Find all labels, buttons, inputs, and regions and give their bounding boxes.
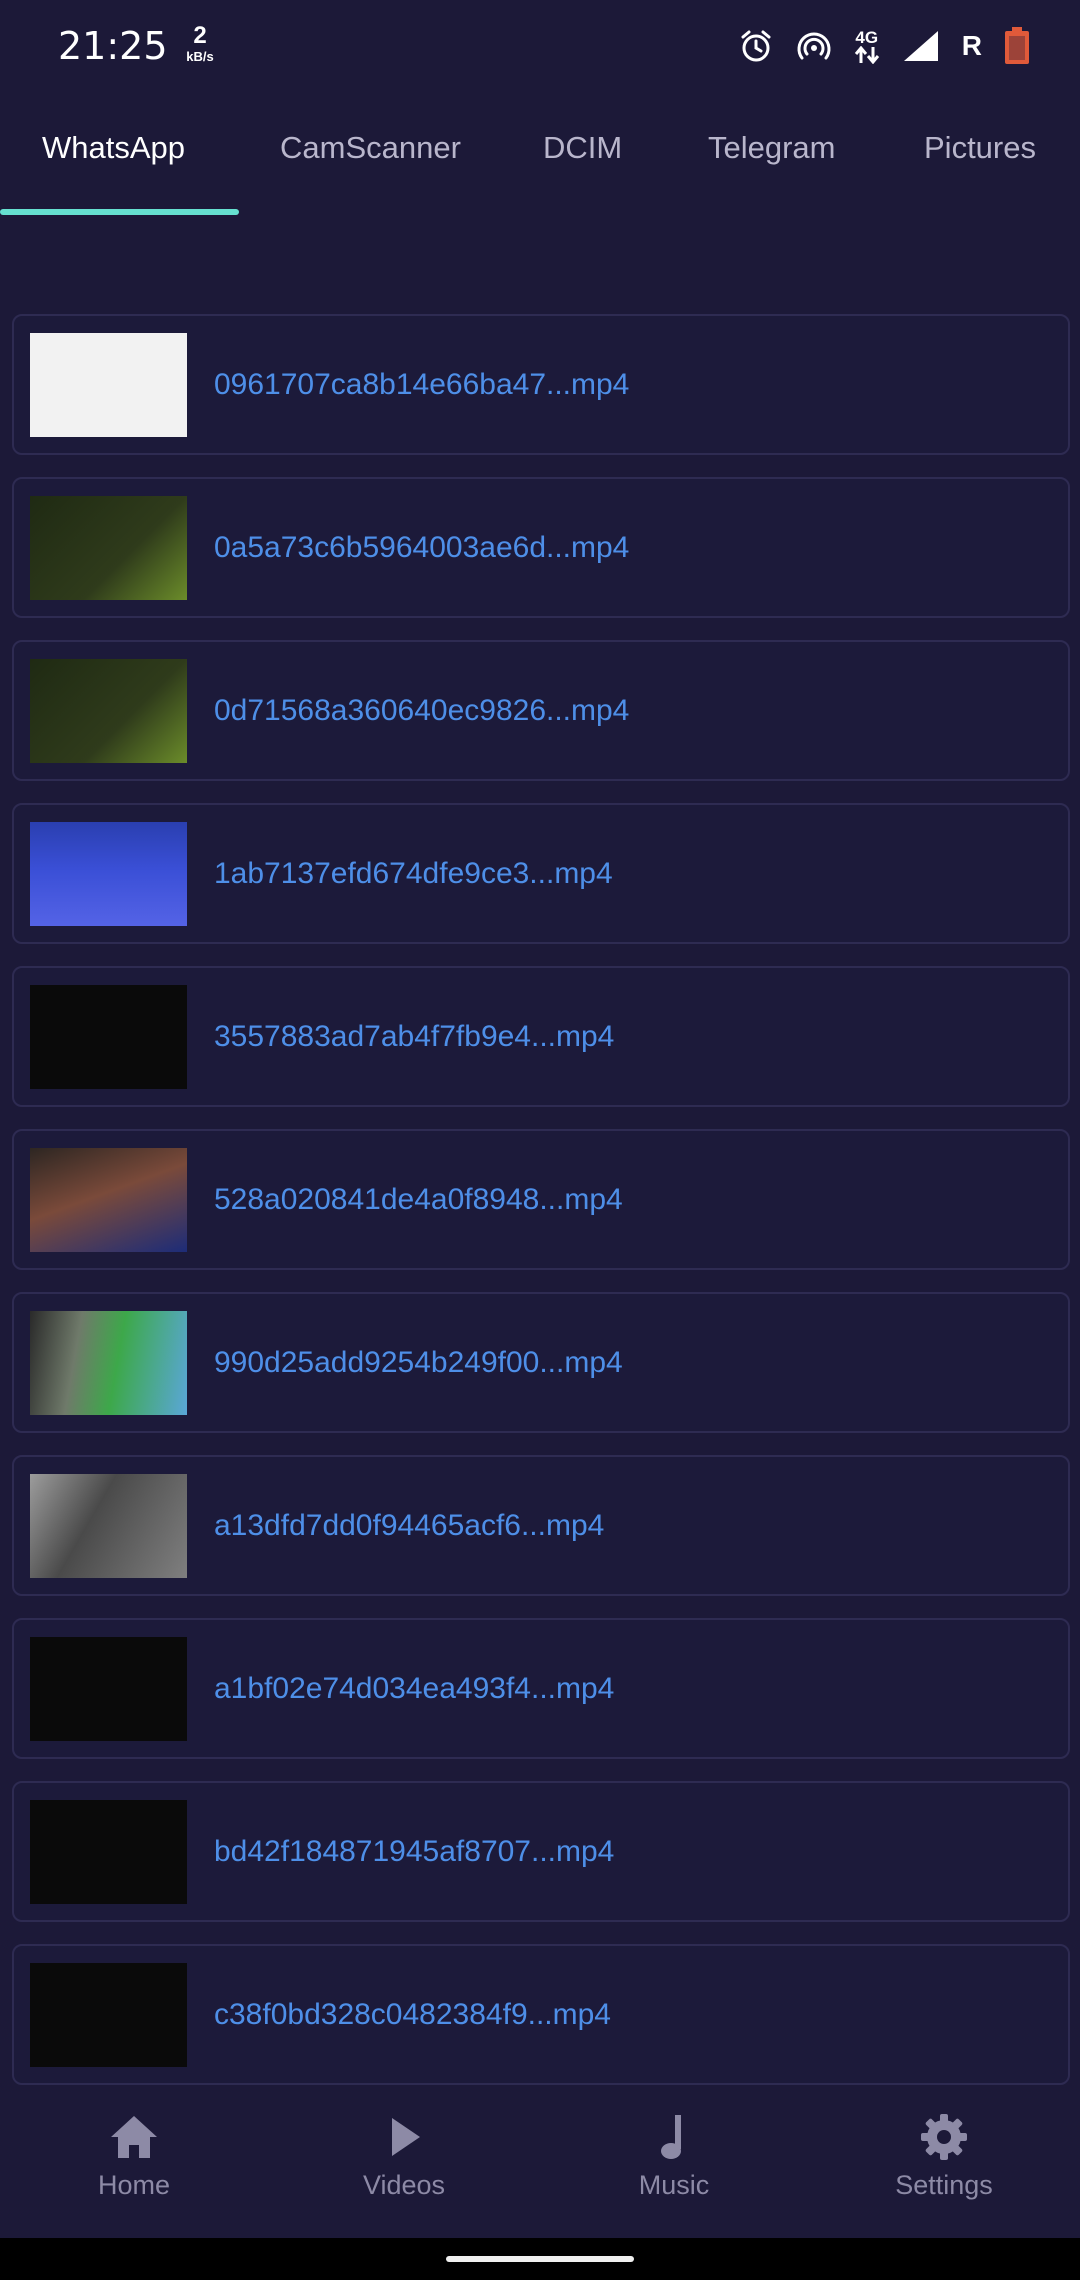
nav-home[interactable]: Home — [34, 2112, 234, 2201]
file-name: 1ab7137efd674dfe9ce3...mp4 — [214, 856, 613, 890]
list-item[interactable]: c38f0bd328c0482384f9...mp4 — [12, 1944, 1070, 2085]
video-thumbnail — [30, 985, 187, 1089]
list-item[interactable]: 0961707ca8b14e66ba47...mp4 — [12, 314, 1070, 455]
tab-camscanner[interactable]: CamScanner — [280, 130, 461, 166]
video-thumbnail — [30, 1311, 187, 1415]
list-item[interactable]: 0a5a73c6b5964003ae6d...mp4 — [12, 477, 1070, 618]
network-speed-value: 2 — [193, 22, 207, 49]
list-item[interactable]: 990d25add9254b249f00...mp4 — [12, 1292, 1070, 1433]
roaming-indicator: R — [961, 30, 982, 61]
list-item[interactable]: 528a020841de4a0f8948...mp4 — [12, 1129, 1070, 1270]
video-thumbnail — [30, 496, 187, 600]
home-icon — [111, 2116, 157, 2158]
list-item[interactable]: a1bf02e74d034ea493f4...mp4 — [12, 1618, 1070, 1759]
nav-home-label: Home — [97, 2170, 171, 2200]
list-item[interactable]: a13dfd7dd0f94465acf6...mp4 — [12, 1455, 1070, 1596]
video-thumbnail — [30, 1474, 187, 1578]
alarm-icon — [738, 28, 774, 64]
data-arrows-icon: 4G — [854, 29, 880, 64]
battery-icon — [1004, 27, 1030, 65]
list-item[interactable]: 0d71568a360640ec9826...mp4 — [12, 640, 1070, 781]
file-name: 0a5a73c6b5964003ae6d...mp4 — [214, 530, 630, 564]
video-thumbnail — [30, 1148, 187, 1252]
folder-tabs: WhatsApp CamScanner DCIM Telegram Pictur… — [0, 110, 1080, 216]
list-item[interactable]: bd42f184871945af8707...mp4 — [12, 1781, 1070, 1922]
gear-icon — [921, 2114, 967, 2160]
nav-music[interactable]: Music — [574, 2112, 774, 2201]
file-name: 0d71568a360640ec9826...mp4 — [214, 693, 630, 727]
screen: 21:25 2 kB/s 4G R WhatsApp CamScanner DC… — [0, 0, 1080, 2280]
file-name: a13dfd7dd0f94465acf6...mp4 — [214, 1508, 605, 1542]
nav-music-label: Music — [638, 2170, 710, 2200]
tab-telegram[interactable]: Telegram — [708, 130, 836, 166]
file-name: 528a020841de4a0f8948...mp4 — [214, 1182, 623, 1216]
video-thumbnail — [30, 822, 187, 926]
video-thumbnail — [30, 1637, 187, 1741]
file-name: 0961707ca8b14e66ba47...mp4 — [214, 367, 630, 401]
music-note-icon — [661, 2115, 681, 2159]
status-clock: 21:25 — [58, 24, 168, 68]
gesture-handle[interactable] — [446, 2256, 634, 2262]
list-item[interactable]: 3557883ad7ab4f7fb9e4...mp4 — [12, 966, 1070, 1107]
tab-dcim[interactable]: DCIM — [543, 130, 622, 166]
video-thumbnail — [30, 1800, 187, 1904]
list-item[interactable]: 1ab7137efd674dfe9ce3...mp4 — [12, 803, 1070, 944]
active-tab-indicator — [0, 209, 239, 215]
video-thumbnail — [30, 1963, 187, 2067]
tab-whatsapp[interactable]: WhatsApp — [42, 130, 185, 166]
tab-pictures[interactable]: Pictures — [924, 130, 1036, 166]
network-speed: 2 kB/s — [180, 22, 220, 64]
file-name: 3557883ad7ab4f7fb9e4...mp4 — [214, 1019, 615, 1053]
network-type: 4G — [855, 27, 879, 47]
hotspot-icon — [796, 28, 832, 64]
system-gesture-bar — [0, 2238, 1080, 2280]
file-name: 990d25add9254b249f00...mp4 — [214, 1345, 623, 1379]
nav-videos[interactable]: Videos — [304, 2112, 504, 2201]
signal-icon — [902, 29, 940, 63]
file-name: a1bf02e74d034ea493f4...mp4 — [214, 1671, 615, 1705]
bottom-navigation: Home Videos Music Settings — [0, 2090, 1080, 2238]
status-bar: 21:25 2 kB/s 4G R — [0, 0, 1080, 92]
nav-videos-label: Videos — [362, 2170, 446, 2200]
network-speed-unit: kB/s — [186, 49, 214, 64]
nav-settings[interactable]: Settings — [844, 2112, 1044, 2201]
nav-settings-label: Settings — [895, 2170, 993, 2200]
play-icon — [392, 2118, 420, 2156]
file-name: c38f0bd328c0482384f9...mp4 — [214, 1997, 611, 2031]
file-name: bd42f184871945af8707...mp4 — [214, 1834, 615, 1868]
status-icons: 4G R — [738, 24, 1030, 68]
video-thumbnail — [30, 333, 187, 437]
video-thumbnail — [30, 659, 187, 763]
video-file-list: 0961707ca8b14e66ba47...mp4 0a5a73c6b5964… — [12, 314, 1070, 2107]
